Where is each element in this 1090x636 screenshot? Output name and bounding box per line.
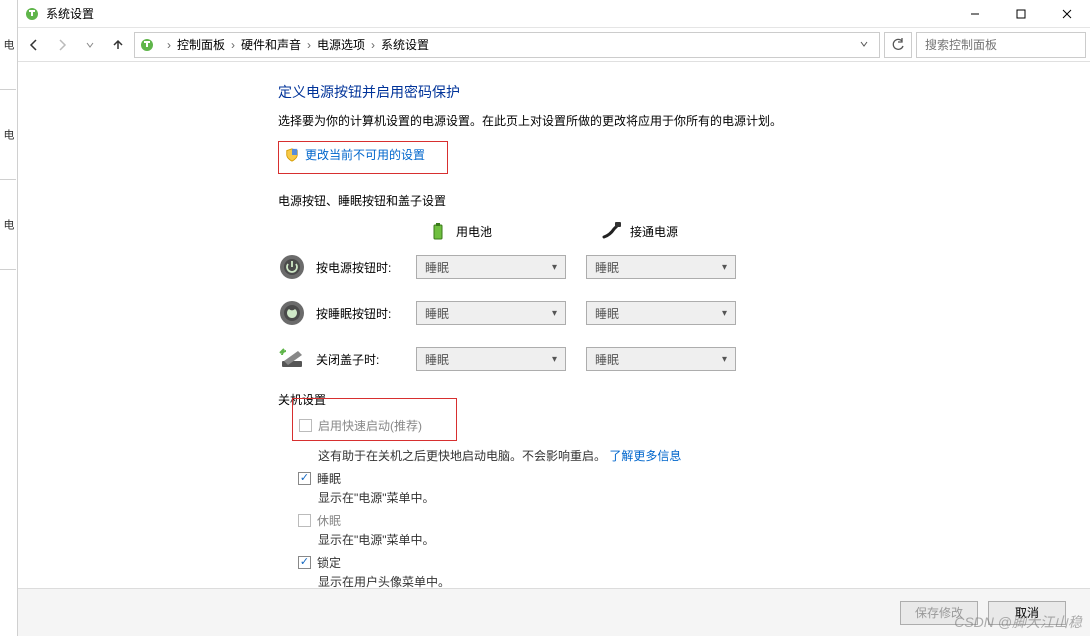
maximize-button[interactable] bbox=[998, 0, 1044, 28]
breadcrumb-item[interactable]: 系统设置 bbox=[381, 36, 429, 53]
breadcrumb-dropdown[interactable] bbox=[853, 38, 875, 52]
laptop-lid-icon bbox=[278, 345, 306, 373]
sleep-menu-desc: 显示在"电源"菜单中。 bbox=[318, 489, 1090, 506]
plugged-column-label: 接通电源 bbox=[630, 223, 678, 240]
breadcrumb-item[interactable]: 硬件和声音 bbox=[241, 36, 301, 53]
chevron-down-icon: ▾ bbox=[552, 262, 557, 273]
sleep-menu-label: 睡眠 bbox=[317, 470, 341, 487]
hibernate-menu-label: 休眠 bbox=[317, 512, 341, 529]
change-unavailable-settings-label: 更改当前不可用的设置 bbox=[305, 146, 425, 163]
sleep-button-row: 按睡眠按钮时: 睡眠▾ 睡眠▾ bbox=[278, 299, 1090, 327]
history-dropdown[interactable] bbox=[78, 33, 102, 57]
address-bar: › 控制面板 › 硬件和声音 › 电源选项 › 系统设置 bbox=[18, 28, 1090, 62]
bottom-button-bar: 保存修改 取消 bbox=[18, 588, 1090, 636]
power-button-icon bbox=[278, 253, 306, 281]
close-button[interactable] bbox=[1044, 0, 1090, 28]
sleep-menu-checkbox[interactable] bbox=[298, 472, 311, 485]
plugged-column-header: 接通电源 bbox=[602, 221, 678, 241]
window-titlebar: 系统设置 bbox=[18, 0, 1090, 28]
breadcrumb-item[interactable]: 电源选项 bbox=[317, 36, 365, 53]
hibernate-menu-checkbox[interactable] bbox=[298, 514, 311, 527]
battery-column-header: 用电池 bbox=[428, 221, 492, 241]
sleep-button-icon bbox=[278, 299, 306, 327]
lid-close-row: 关闭盖子时: 睡眠▾ 睡眠▾ bbox=[278, 345, 1090, 373]
battery-column-label: 用电池 bbox=[456, 223, 492, 240]
battery-icon bbox=[428, 221, 448, 241]
learn-more-link[interactable]: 了解更多信息 bbox=[609, 449, 681, 463]
highlight-box: 更改当前不可用的设置 bbox=[278, 141, 448, 174]
power-button-row: 按电源按钮时: 睡眠▾ 睡眠▾ bbox=[278, 253, 1090, 281]
chevron-down-icon: ▾ bbox=[552, 308, 557, 319]
change-unavailable-settings-link[interactable]: 更改当前不可用的设置 bbox=[285, 146, 441, 163]
left-sidebar-strip: 电 电 电 bbox=[0, 0, 18, 636]
page-description: 选择要为你的计算机设置的电源设置。在此页上对设置所做的更改将应用于你所有的电源计… bbox=[278, 112, 1090, 129]
hibernate-menu-desc: 显示在"电源"菜单中。 bbox=[318, 531, 1090, 548]
sleep-button-label: 按睡眠按钮时: bbox=[316, 305, 416, 322]
forward-button[interactable] bbox=[50, 33, 74, 57]
save-button[interactable]: 保存修改 bbox=[900, 601, 978, 625]
sleep-button-plugged-select[interactable]: 睡眠▾ bbox=[586, 301, 736, 325]
sidebar-cell: 电 bbox=[0, 180, 16, 270]
chevron-right-icon: › bbox=[371, 38, 375, 52]
sleep-button-battery-select[interactable]: 睡眠▾ bbox=[416, 301, 566, 325]
fast-startup-checkbox[interactable] bbox=[299, 419, 312, 432]
chevron-right-icon: › bbox=[307, 38, 311, 52]
section-label: 电源按钮、睡眠按钮和盖子设置 bbox=[278, 192, 1090, 209]
chevron-down-icon: ▾ bbox=[722, 262, 727, 273]
power-button-battery-select[interactable]: 睡眠▾ bbox=[416, 255, 566, 279]
chevron-down-icon: ▾ bbox=[722, 354, 727, 365]
power-button-label: 按电源按钮时: bbox=[316, 259, 416, 276]
power-button-plugged-select[interactable]: 睡眠▾ bbox=[586, 255, 736, 279]
highlight-box-2: 启用快速启动(推荐) bbox=[292, 398, 457, 441]
up-button[interactable] bbox=[106, 33, 130, 57]
breadcrumb-item[interactable]: 控制面板 bbox=[177, 36, 225, 53]
window-title: 系统设置 bbox=[46, 5, 952, 22]
sidebar-cell: 电 bbox=[0, 90, 16, 180]
chevron-down-icon: ▾ bbox=[722, 308, 727, 319]
fast-startup-label: 启用快速启动(推荐) bbox=[318, 417, 422, 434]
cancel-button[interactable]: 取消 bbox=[988, 601, 1066, 625]
minimize-button[interactable] bbox=[952, 0, 998, 28]
shield-icon bbox=[285, 148, 299, 162]
chevron-right-icon: › bbox=[231, 38, 235, 52]
lock-menu-label: 锁定 bbox=[317, 554, 341, 571]
app-icon bbox=[24, 6, 40, 22]
chevron-right-icon: › bbox=[167, 38, 171, 52]
page-heading: 定义电源按钮并启用密码保护 bbox=[278, 82, 1090, 102]
breadcrumb[interactable]: › 控制面板 › 硬件和声音 › 电源选项 › 系统设置 bbox=[134, 32, 880, 58]
breadcrumb-icon bbox=[139, 37, 155, 53]
sidebar-cell: 电 bbox=[0, 0, 16, 90]
back-button[interactable] bbox=[22, 33, 46, 57]
column-headers: 用电池 接通电源 bbox=[428, 221, 1090, 241]
search-input[interactable] bbox=[923, 37, 1079, 53]
lid-close-battery-select[interactable]: 睡眠▾ bbox=[416, 347, 566, 371]
fast-startup-desc: 这有助于在关机之后更快地启动电脑。不会影响重启。 了解更多信息 bbox=[318, 447, 1090, 464]
search-input-box[interactable] bbox=[916, 32, 1086, 58]
lid-close-label: 关闭盖子时: bbox=[316, 351, 416, 368]
refresh-button[interactable] bbox=[884, 32, 912, 58]
lid-close-plugged-select[interactable]: 睡眠▾ bbox=[586, 347, 736, 371]
chevron-down-icon: ▾ bbox=[552, 354, 557, 365]
content-area: 定义电源按钮并启用密码保护 选择要为你的计算机设置的电源设置。在此页上对设置所做… bbox=[18, 62, 1090, 636]
plug-icon bbox=[602, 221, 622, 241]
lock-menu-checkbox[interactable] bbox=[298, 556, 311, 569]
